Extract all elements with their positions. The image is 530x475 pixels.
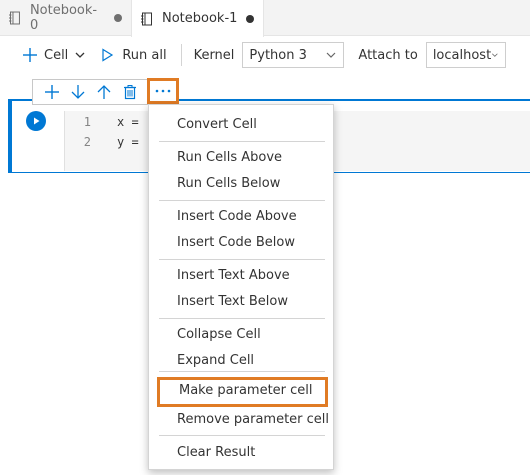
menu-item-clear-result[interactable]: Clear Result — [150, 440, 334, 466]
attach-value: localhost — [432, 47, 492, 63]
menu-item-make-parameter-cell[interactable]: Make parameter cell — [157, 377, 328, 407]
cell-toolbar — [32, 78, 179, 105]
menu-item-insert-text-below[interactable]: Insert Text Below — [150, 289, 334, 315]
notebook-toolbar: Cell Run all Kernel Python 3 Attach to l… — [0, 37, 530, 73]
menu-item-insert-text-above[interactable]: Insert Text Above — [150, 263, 334, 289]
cell-context-menu: Convert Cell Run Cells Above Run Cells B… — [148, 104, 334, 470]
tab-label: Notebook-1 — [162, 11, 238, 26]
run-cell-button[interactable] — [26, 111, 46, 131]
code-text: x = — [117, 115, 139, 129]
move-up-button[interactable] — [91, 80, 117, 104]
run-all-label: Run all — [122, 47, 167, 63]
chevron-down-icon — [326, 52, 336, 58]
code-line: 1 x = — [65, 115, 139, 133]
menu-item-remove-parameter-cell[interactable]: Remove parameter cell — [150, 407, 334, 433]
notebook-icon — [141, 12, 152, 25]
menu-item-insert-code-below[interactable]: Insert Code Below — [150, 230, 334, 256]
kernel-value: Python 3 — [249, 47, 307, 63]
menu-item-convert-cell[interactable]: Convert Cell — [150, 112, 334, 138]
line-number: 2 — [83, 135, 91, 149]
play-icon — [102, 48, 114, 62]
tab-label: Notebook-0 — [29, 3, 98, 33]
attach-to-label: Attach to — [358, 47, 418, 63]
plus-icon — [45, 85, 59, 99]
chevron-down-icon — [75, 52, 85, 58]
menu-separator — [159, 318, 325, 319]
code-line: 2 y = — [65, 135, 139, 153]
add-cell-button[interactable] — [39, 80, 65, 104]
arrow-down-icon — [71, 85, 85, 99]
cell-active-indicator — [8, 99, 12, 173]
play-icon — [34, 117, 40, 125]
arrow-up-icon — [97, 85, 111, 99]
run-all-button[interactable]: Run all — [100, 47, 167, 63]
move-down-button[interactable] — [65, 80, 91, 104]
menu-item-collapse-cell[interactable]: Collapse Cell — [150, 322, 334, 348]
unsaved-dot-icon[interactable] — [114, 14, 122, 22]
cell-label: Cell — [44, 47, 69, 63]
menu-separator — [159, 371, 325, 372]
kernel-label: Kernel — [193, 47, 235, 63]
menu-item-run-cells-above[interactable]: Run Cells Above — [150, 145, 334, 171]
code-text: y = — [117, 135, 139, 149]
trash-icon — [124, 85, 136, 100]
attach-to-select[interactable]: localhost — [425, 42, 506, 68]
chevron-down-icon — [492, 53, 498, 57]
tab-bar: Notebook-0 Notebook-1 — [0, 0, 530, 37]
menu-separator — [159, 435, 325, 436]
menu-item-insert-code-above[interactable]: Insert Code Above — [150, 204, 334, 230]
menu-separator — [159, 141, 325, 142]
menu-item-run-cells-below[interactable]: Run Cells Below — [150, 171, 334, 197]
kernel-select[interactable]: Python 3 — [242, 42, 345, 68]
ellipsis-icon — [155, 89, 171, 93]
more-actions-button[interactable] — [147, 78, 179, 104]
notebook-icon — [8, 11, 20, 25]
line-number: 1 — [83, 115, 91, 129]
menu-separator — [159, 200, 325, 201]
add-cell-button[interactable]: Cell — [22, 47, 86, 63]
plus-icon — [23, 48, 37, 62]
tab-notebook-1[interactable]: Notebook-1 — [131, 0, 264, 37]
menu-separator — [159, 259, 325, 260]
unsaved-dot-icon[interactable] — [246, 14, 255, 23]
toolbar-divider — [180, 44, 182, 66]
delete-cell-button[interactable] — [117, 80, 143, 104]
tab-notebook-0[interactable]: Notebook-0 — [0, 0, 130, 36]
